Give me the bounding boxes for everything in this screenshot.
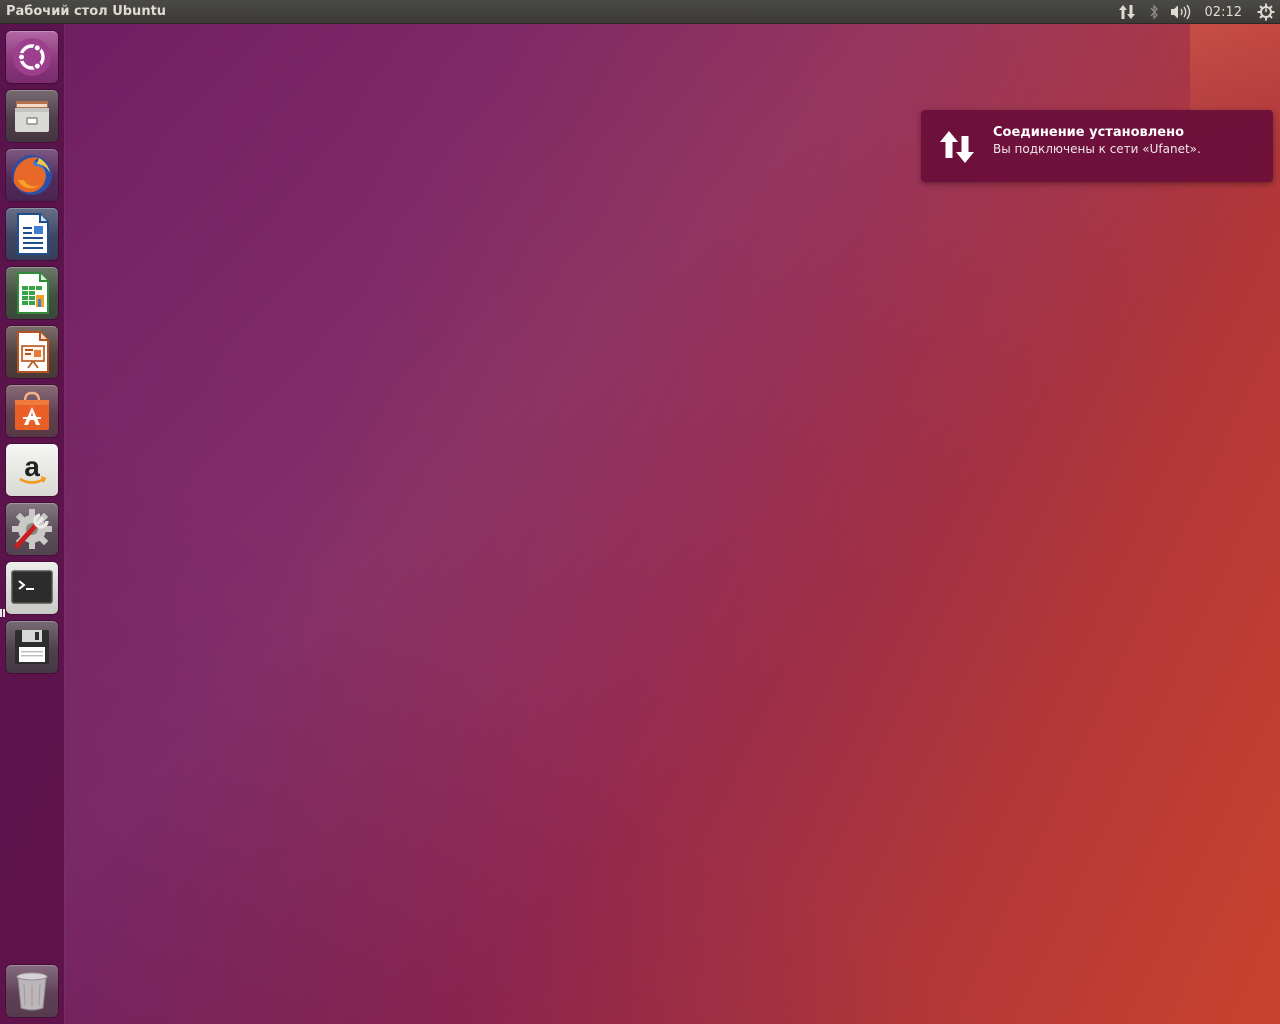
shopping-bag-icon: [15, 391, 49, 430]
libreoffice-writer-button[interactable]: [6, 208, 58, 260]
firefox-icon: [12, 155, 52, 195]
volume-icon[interactable]: [1167, 0, 1195, 24]
disk-save-button[interactable]: [6, 621, 58, 673]
terminal-icon: [11, 570, 53, 604]
amazon-button[interactable]: a: [6, 444, 58, 496]
network-updown-icon: [940, 131, 974, 163]
software-center-button[interactable]: [6, 385, 58, 437]
settings-wrench-icon: [12, 509, 52, 549]
top-panel: Рабочий стол Ubuntu 02:12: [0, 0, 1280, 24]
trash-button[interactable]: [6, 965, 58, 1017]
trash-icon: [16, 972, 48, 1011]
calc-icon: [17, 272, 49, 314]
libreoffice-impress-button[interactable]: [6, 326, 58, 378]
panel-title: Рабочий стол Ubuntu: [6, 4, 167, 19]
terminal-button[interactable]: [6, 562, 58, 614]
notification-title: Соединение установлено: [993, 125, 1185, 140]
power-gear-icon[interactable]: [1252, 0, 1280, 24]
clock[interactable]: 02:12: [1195, 0, 1252, 24]
writer-icon: [17, 213, 49, 255]
impress-icon: [17, 331, 49, 373]
network-updown-icon[interactable]: [1113, 0, 1141, 24]
launcher: a: [0, 24, 65, 1024]
svg-text:a: a: [24, 451, 40, 482]
amazon-icon: a: [19, 451, 47, 484]
floppy-icon: [15, 630, 49, 664]
notification-bubble: Соединение установлено Вы подключены к с…: [921, 110, 1273, 182]
indicator-area: 02:12: [1113, 0, 1280, 24]
firefox-button[interactable]: [6, 149, 58, 201]
notification-body: Вы подключены к сети «Ufanet».: [993, 142, 1201, 156]
system-settings-button[interactable]: [6, 503, 58, 555]
file-cabinet-icon: [15, 101, 49, 132]
libreoffice-calc-button[interactable]: [6, 267, 58, 319]
bluetooth-icon[interactable]: [1141, 0, 1167, 24]
running-indicator: [0, 609, 5, 617]
ubuntu-logo-icon: [13, 38, 51, 76]
files-button[interactable]: [6, 90, 58, 142]
dash-home-button[interactable]: [6, 31, 58, 83]
